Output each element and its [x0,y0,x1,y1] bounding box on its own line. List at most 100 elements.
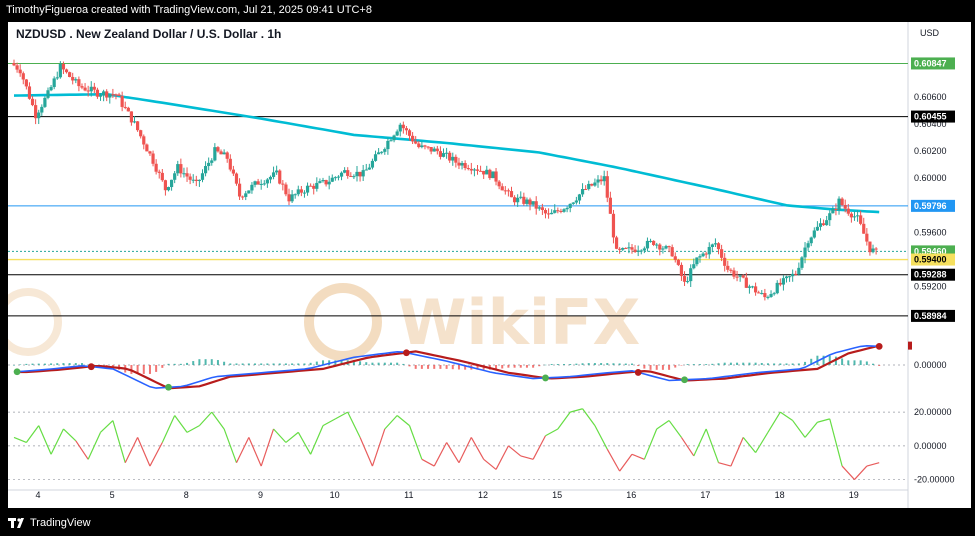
candle-body [695,257,699,265]
price-tick-label: 0.60200 [914,146,947,156]
candle-body [624,247,628,249]
macd-histogram-bar [247,363,250,365]
macd-histogram-bar [538,365,541,367]
oscillator-segment [161,415,176,443]
macd-histogram-bar [736,362,739,365]
macd-histogram-bar [278,363,281,365]
price-level-badge-text: 0.59400 [914,255,947,265]
candle-body [806,243,810,248]
candle-body [237,183,242,197]
candle-body [602,176,606,182]
candle-body [333,177,337,179]
oscillator-segment [63,428,77,442]
candle-body [596,179,600,183]
candle-body [34,105,38,119]
macd-histogram-bar [544,364,547,366]
candle-body [760,293,764,295]
macd-zero-label: 0.00000 [914,360,947,370]
macd-histogram-bar [797,363,800,365]
price-chart[interactable]: WikiFX USD0.606000.604000.602000.600000.… [8,22,971,508]
candle-body [231,169,235,174]
macd-histogram-bar [847,360,850,365]
time-tick-label: 4 [35,490,40,500]
candle-body [500,186,504,191]
candle-body [747,286,752,288]
macd-histogram-bar [853,360,856,365]
macd-histogram-bar [600,363,603,365]
candle-body [302,192,307,194]
candle-body [463,163,467,168]
macd-histogram-bar [377,362,380,365]
macd-histogram-bar [804,361,807,365]
time-tick-label: 18 [775,490,785,500]
candle-body [815,226,819,231]
candle-body [253,181,257,185]
macd-histogram-bar [439,365,442,369]
candle-body [191,179,195,181]
macd-histogram-bar [865,361,868,365]
candle-body [352,176,356,178]
candle-body [633,249,637,252]
macd-histogram-bar [655,365,658,370]
oscillator-segment [38,425,52,455]
oscillator-segment [13,436,27,444]
candle-body [469,168,473,171]
candle-body [608,197,612,214]
candle-body [837,198,841,210]
macd-histogram-bar [43,363,46,365]
chart-area[interactable]: WikiFX USD 0.60600 0.60400 0.60200 0.60000 0.… [8,22,971,508]
macd-histogram-bar [674,365,677,368]
candle-body [142,136,146,145]
candle-body [787,276,792,278]
candle-body [21,73,25,80]
candle-body [401,124,405,129]
candle-body [256,181,260,185]
candle-body [145,144,149,152]
candle-body [343,170,347,173]
macd-histogram-bar [37,363,40,365]
macd-histogram-bar [291,363,294,365]
macd-histogram-bar [192,361,195,365]
candle-body [855,215,860,217]
candle-body [216,147,220,152]
macd-histogram-bar [25,363,28,365]
candle-body [475,169,480,171]
time-axis[interactable]: 4 5 8 9 10 11 12 15 16 17 18 19 [8,489,908,500]
candle-body [537,207,541,209]
candle-body [840,198,844,205]
candle-body [411,135,415,142]
macd-histogram-bar [686,364,689,365]
footer-brand: TradingView [8,514,91,532]
price-level-badge-text: 0.58984 [914,311,947,321]
price-axis[interactable]: USD0.606000.604000.602000.600000.596000.… [908,28,955,485]
oscillator-segment [730,437,744,467]
oscillator-segment [779,411,794,422]
macd-histogram-bar [754,362,757,365]
macd-histogram-bar [198,359,201,365]
price-tick-label: 0.59600 [914,227,947,237]
macd-histogram-bar [68,363,71,365]
candles [12,59,878,301]
candle-body [222,152,226,155]
macd-histogram-bar [501,365,504,369]
macd-histogram-bar [661,365,664,370]
candle-body [720,249,724,258]
candle-body [757,292,761,294]
oscillator-segment [643,428,658,460]
candle-body [784,276,789,279]
candle-body [327,181,331,185]
candle-body [803,247,807,258]
candle-body [98,95,103,97]
candle-body [661,248,665,250]
oscillator-segment [755,432,769,453]
candle-body [587,183,591,190]
chart-title-group: NZDUSD . New Zealand Dollar / U.S. Dolla… [16,27,281,41]
macd-histogram-bar [365,362,368,365]
candle-body [584,189,588,191]
macd-histogram-bar [581,363,584,365]
oscillator-tick-label: 0.00000 [914,441,947,451]
oscillator-segment [520,455,534,460]
oscillator-segment [804,421,818,438]
candle-body [846,208,850,214]
candle-body [383,149,387,152]
